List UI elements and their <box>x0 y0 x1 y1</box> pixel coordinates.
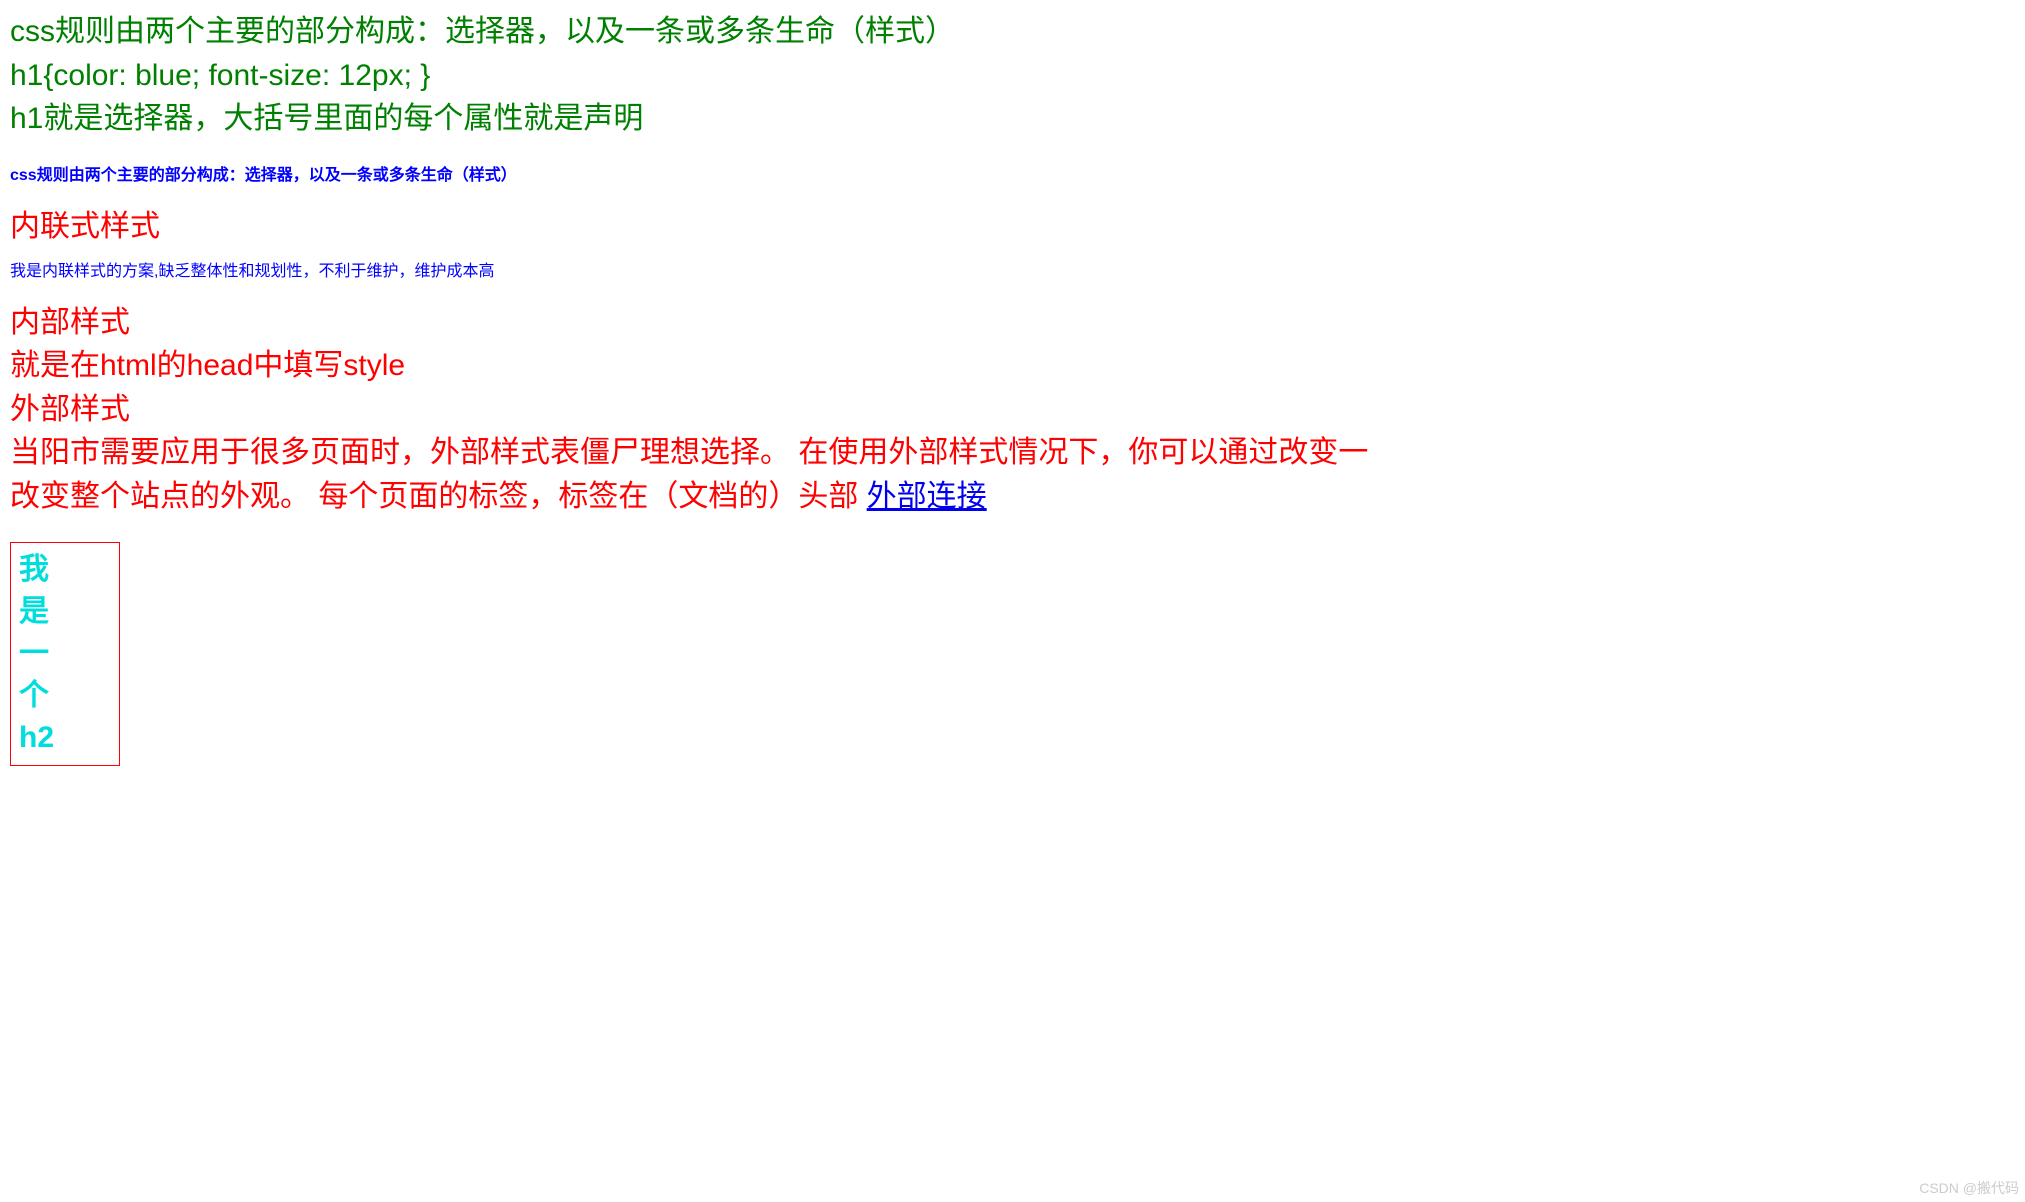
external-style-line-1: 当阳市需要应用于很多页面时，外部样式表僵尸理想选择。 在使用外部样式情况下，你可… <box>10 431 2015 475</box>
h2-char-1: 我 <box>19 549 111 591</box>
green-line-3: h1就是选择器，大括号里面的每个属性就是声明 <box>10 97 2015 141</box>
style-types-red-block: 内部样式 就是在html的head中填写style 外部样式 当阳市需要应用于很… <box>10 301 2015 519</box>
h2-demo-box: 我 是 一 个 h2 <box>10 542 120 766</box>
h2-char-4: 个 <box>19 675 111 717</box>
h2-char-2: 是 <box>19 591 111 633</box>
css-rule-blue-small: css规则由两个主要的部分构成：选择器，以及一条或多条生命（样式） <box>10 161 2015 185</box>
external-link[interactable]: 外部连接 <box>867 480 987 513</box>
inline-style-description: 我是内联样式的方案,缺乏整体性和规划性，不利于维护，维护成本高 <box>10 257 2015 281</box>
css-rule-explanation-green: css规则由两个主要的部分构成：选择器，以及一条或多条生命（样式） h1{col… <box>10 10 2015 141</box>
internal-style-description: 就是在html的head中填写style <box>10 344 2015 388</box>
green-line-2: h1{color: blue; font-size: 12px; } <box>10 54 2015 98</box>
inline-style-heading: 内联式样式 <box>10 201 2015 245</box>
internal-style-heading: 内部样式 <box>10 301 2015 345</box>
external-style-text: 改变整个站点的外观。 每个页面的标签，标签在（文档的）头部 <box>10 480 867 513</box>
csdn-watermark: CSDN @搬代码 <box>1919 1178 2019 1198</box>
h2-char-3: 一 <box>19 633 111 675</box>
green-line-1: css规则由两个主要的部分构成：选择器，以及一条或多条生命（样式） <box>10 10 2015 54</box>
external-style-line-2: 改变整个站点的外观。 每个页面的标签，标签在（文档的）头部 外部连接 <box>10 475 2015 519</box>
h2-char-5: h2 <box>19 717 111 759</box>
external-style-heading: 外部样式 <box>10 388 2015 432</box>
